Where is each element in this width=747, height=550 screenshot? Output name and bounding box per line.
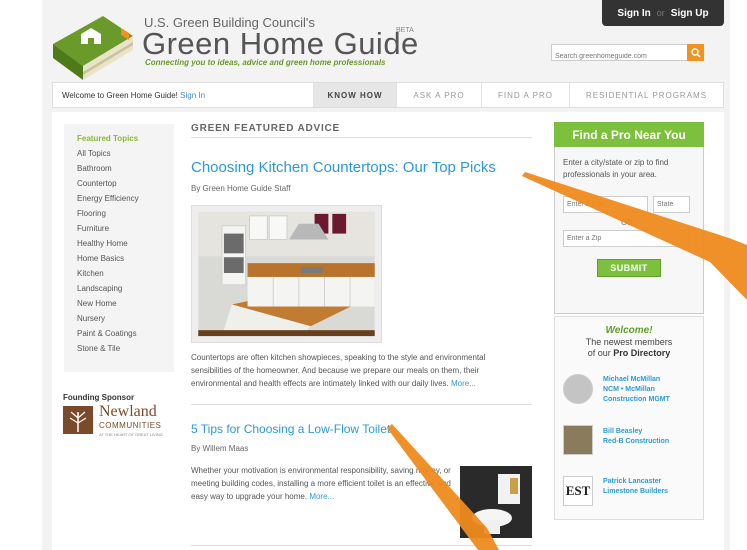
article2-title[interactable]: 5 Tips for Choosing a Low-Flow Toilet — [191, 422, 390, 436]
city-input[interactable] — [563, 196, 648, 213]
member2-company: Red-B Construction — [603, 438, 670, 445]
member1-name: Michael McMillan — [603, 376, 661, 383]
search-icon — [690, 47, 701, 58]
tab-ask-a-pro[interactable]: ASK A PRO — [396, 83, 481, 107]
main-nav: Welcome to Green Home Guide! Sign In KNO… — [52, 82, 724, 108]
welcome-heading: Welcome! — [605, 325, 653, 336]
auth-separator: or — [656, 8, 665, 18]
topic-countertop[interactable]: Countertop — [77, 179, 117, 188]
welcome-message: Welcome to Green Home Guide! Sign In — [62, 91, 205, 100]
search-box — [551, 44, 704, 64]
article1-body: Countertops are often kitchen showpieces… — [191, 351, 526, 390]
welcome-sign-in-link[interactable]: Sign In — [180, 91, 205, 100]
book-logo-icon[interactable] — [43, 14, 137, 84]
topic-energy-efficiency[interactable]: Energy Efficiency — [77, 194, 139, 203]
member3-info[interactable]: Patrick Lancaster Limestone Builders — [603, 477, 668, 497]
topic-stone-tile[interactable]: Stone & Tile — [77, 344, 120, 353]
topic-new-home[interactable]: New Home — [77, 299, 117, 308]
member3-logo[interactable]: EST — [563, 476, 593, 506]
members-subtitle-prefix: of our — [587, 348, 611, 358]
sign-in-link[interactable]: Sign In — [617, 8, 650, 19]
featured-topics: Featured Topics All Topics Bathroom Coun… — [64, 124, 174, 372]
members-subtitle: The newest members of our Pro Directory — [554, 337, 704, 359]
article1-text: Countertops are often kitchen showpieces… — [191, 353, 486, 388]
article2-byline: By Willem Maas — [191, 444, 249, 453]
or-separator: OR — [621, 218, 633, 227]
search-input[interactable] — [552, 49, 687, 64]
topic-bathroom[interactable]: Bathroom — [77, 164, 112, 173]
sponsor-label: Founding Sponsor — [63, 393, 135, 402]
members-subtitle-line1: The newest members — [585, 337, 673, 347]
topic-home-basics[interactable]: Home Basics — [77, 254, 124, 263]
article1-more-link[interactable]: More... — [451, 379, 476, 388]
member2-photo[interactable] — [563, 425, 593, 455]
member3-name: Patrick Lancaster — [603, 478, 662, 485]
article1-byline: By Green Home Guide Staff — [191, 184, 291, 193]
search-button[interactable] — [687, 44, 704, 61]
welcome-text: Welcome to Green Home Guide! — [62, 91, 178, 100]
members-subtitle-line2: of our Pro Directory — [554, 348, 704, 359]
topic-flooring[interactable]: Flooring — [77, 209, 106, 218]
member1-company-line2: Construction MGMT — [603, 396, 670, 403]
topic-furniture[interactable]: Furniture — [77, 224, 109, 233]
member3-company: Limestone Builders — [603, 488, 668, 495]
topic-paint-coatings[interactable]: Paint & Coatings — [77, 329, 137, 338]
topic-healthy-home[interactable]: Healthy Home — [77, 239, 128, 248]
sponsor-subname: COMMUNITIES — [99, 421, 162, 430]
article2-more-link[interactable]: More... — [309, 492, 334, 501]
section-title: GREEN FEATURED ADVICE — [191, 123, 341, 134]
topic-all[interactable]: All Topics — [77, 149, 111, 158]
beta-badge: BETA — [396, 27, 414, 34]
member1-info[interactable]: Michael McMillan NCM • McMillan Construc… — [603, 375, 670, 405]
state-input[interactable] — [653, 196, 690, 213]
section-divider — [191, 137, 532, 138]
kitchen-photo[interactable] — [191, 205, 382, 343]
topic-kitchen[interactable]: Kitchen — [77, 269, 104, 278]
find-pro-heading: Find a Pro Near You — [554, 122, 704, 147]
topic-nursery[interactable]: Nursery — [77, 314, 105, 323]
brand-tagline: Connecting you to ideas, advice and gree… — [145, 58, 386, 67]
sponsor-name[interactable]: Newland — [99, 403, 157, 421]
bottom-divider — [191, 545, 532, 546]
article-divider — [191, 404, 532, 405]
zip-input[interactable] — [563, 230, 689, 247]
topic-landscaping[interactable]: Landscaping — [77, 284, 122, 293]
member1-logo[interactable] — [563, 374, 593, 404]
sign-up-link[interactable]: Sign Up — [671, 8, 709, 19]
article1-title[interactable]: Choosing Kitchen Countertops: Our Top Pi… — [191, 159, 496, 176]
member2-info[interactable]: Bill Beasley Red-B Construction — [603, 427, 669, 447]
tab-residential-programs[interactable]: RESIDENTIAL PROGRAMS — [569, 83, 723, 107]
tab-find-a-pro[interactable]: FIND A PRO — [481, 83, 569, 107]
member2-name: Bill Beasley — [603, 428, 643, 435]
member1-company: NCM • McMillan — [603, 386, 655, 393]
find-pro-instructions: Enter a city/state or zip to find profes… — [563, 158, 669, 179]
brand-title[interactable]: Green Home Guide — [142, 26, 419, 62]
submit-button[interactable]: SUBMIT — [597, 259, 661, 277]
tab-know-how[interactable]: KNOW HOW — [313, 83, 396, 107]
auth-bar: Sign In or Sign Up — [602, 0, 724, 26]
topics-heading[interactable]: Featured Topics — [77, 134, 138, 143]
pro-directory-link[interactable]: Pro Directory — [613, 348, 670, 358]
article2-body: Whether your motivation is environmental… — [191, 464, 453, 503]
toilet-photo[interactable] — [460, 466, 532, 538]
sponsor-tagline: AT THE HEART OF GREAT LIVING — [99, 432, 163, 437]
